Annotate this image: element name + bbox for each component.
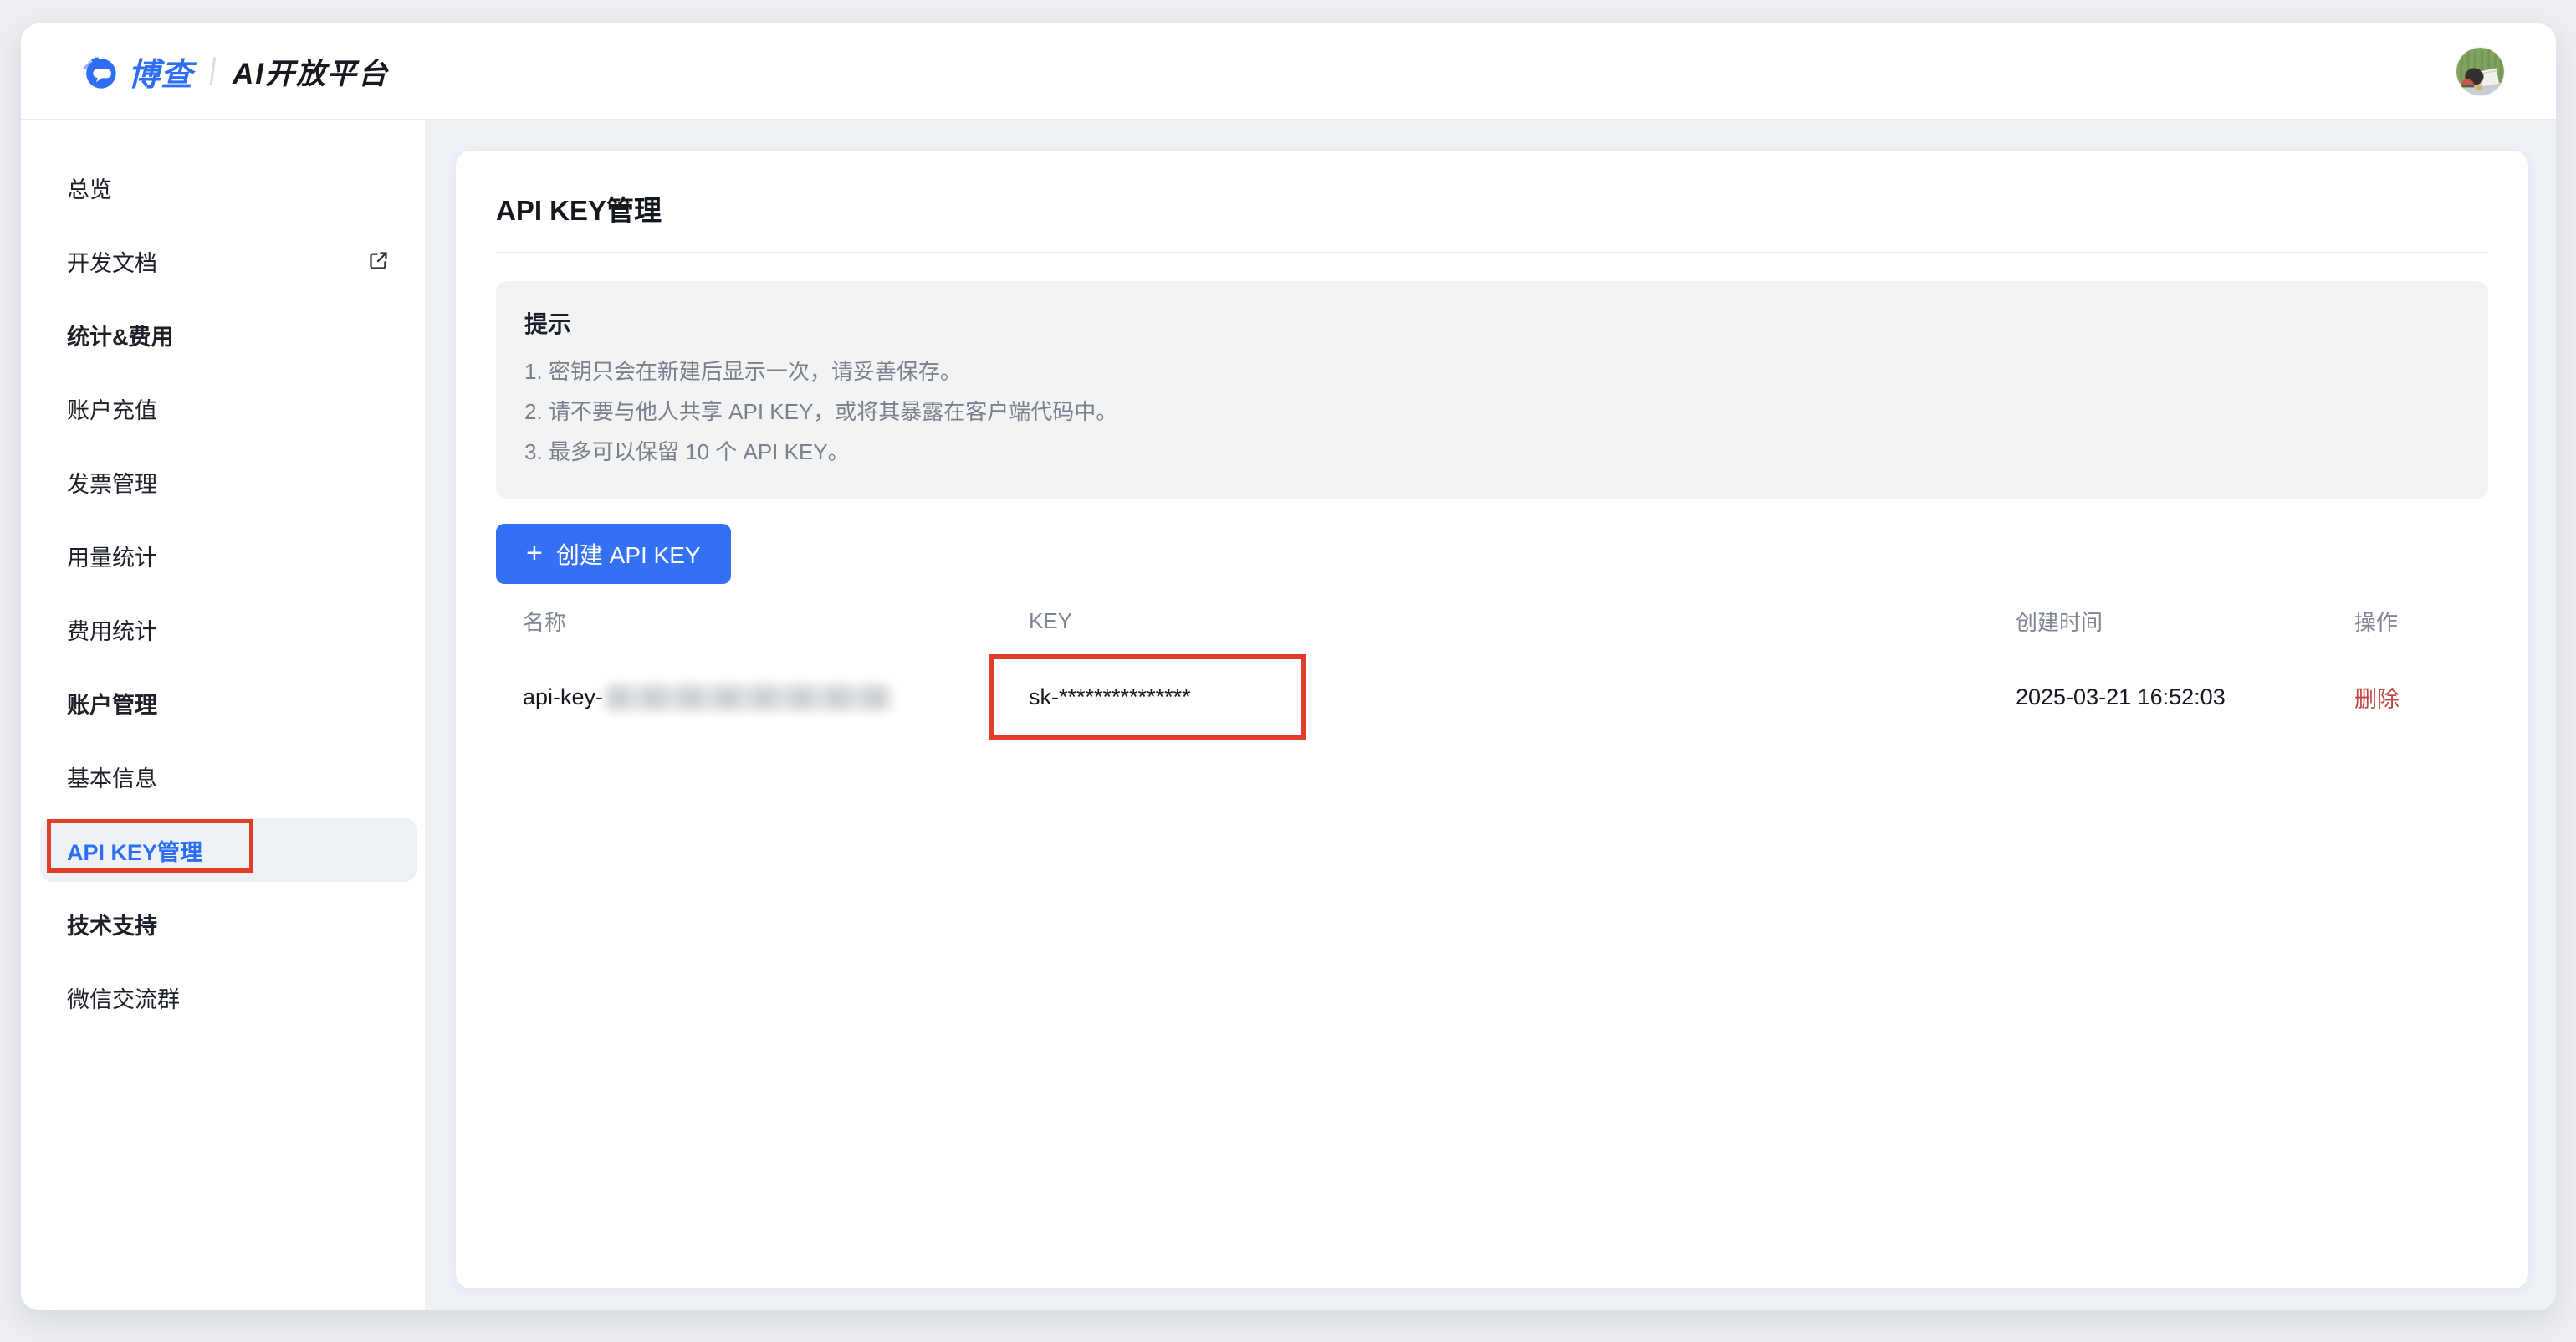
sidebar-item-dev-docs[interactable]: 开发文档 bbox=[21, 224, 425, 298]
column-header-actions: 操作 bbox=[2328, 601, 2488, 641]
tip-item-3: 3. 最多可以保留 10 个 API KEY。 bbox=[524, 432, 2460, 472]
sidebar-section-label: 账户管理 bbox=[67, 687, 157, 720]
sidebar-item-label: 费用统计 bbox=[67, 613, 157, 646]
sidebar-item-label: 基本信息 bbox=[67, 761, 157, 793]
redacted-name-blur bbox=[606, 685, 891, 710]
create-api-key-button[interactable]: + 创建 API KEY bbox=[496, 524, 731, 584]
sidebar-item-label: 用量统计 bbox=[67, 540, 157, 572]
sidebar-item-cost-stats[interactable]: 费用统计 bbox=[21, 592, 425, 666]
api-key-name-prefix: api-key- bbox=[523, 684, 603, 710]
sidebar-item-overview[interactable]: 总览 bbox=[21, 151, 425, 224]
name-cell: api-key- bbox=[496, 653, 1002, 741]
sidebar-item-label: 开发文档 bbox=[67, 245, 157, 278]
sidebar-section-label: 统计&费用 bbox=[67, 319, 174, 351]
platform-title: AI开放平台 bbox=[233, 50, 389, 93]
sidebar: 总览 开发文档 统计&费用 账户充值 发票管理 用量统计 bbox=[21, 120, 425, 1310]
sidebar-item-label: API KEY管理 bbox=[67, 834, 202, 867]
column-header-key: KEY bbox=[1002, 601, 1989, 641]
sidebar-item-label: 微信交流群 bbox=[67, 981, 180, 1014]
column-header-name: 名称 bbox=[496, 601, 1002, 641]
sidebar-section-label: 技术支持 bbox=[67, 908, 157, 940]
created-at-cell: 2025-03-21 16:52:03 bbox=[1989, 653, 2328, 741]
brand-divider bbox=[210, 57, 217, 85]
create-api-key-label: 创建 API KEY bbox=[556, 537, 701, 571]
user-avatar[interactable] bbox=[2456, 48, 2504, 95]
sidebar-item-usage-stats[interactable]: 用量统计 bbox=[21, 519, 425, 592]
sidebar-item-basic-info[interactable]: 基本信息 bbox=[21, 740, 425, 813]
delete-link[interactable]: 删除 bbox=[2354, 681, 2400, 714]
sidebar-section-account-management: 账户管理 bbox=[21, 666, 425, 740]
sidebar-item-label: 发票管理 bbox=[67, 466, 157, 499]
api-key-table-row: api-key- sk-*************** 2025-03-21 1… bbox=[496, 653, 2488, 741]
masked-key-value: sk-*************** bbox=[1029, 684, 1191, 710]
tip-item-1: 1. 密钥只会在新建后显示一次，请妥善保存。 bbox=[524, 351, 2460, 392]
column-header-created-at: 创建时间 bbox=[1989, 601, 2328, 641]
app-window: 博查 AI开放平台 bbox=[21, 23, 2556, 1310]
brand-name: 博查 bbox=[128, 49, 193, 95]
tips-title: 提示 bbox=[524, 306, 2460, 340]
tips-box: 提示 1. 密钥只会在新建后显示一次，请妥善保存。 2. 请不要与他人共享 AP… bbox=[496, 281, 2488, 499]
sidebar-item-label: 账户充值 bbox=[67, 392, 157, 425]
sidebar-item-label: 总览 bbox=[67, 172, 112, 204]
sidebar-item-account-recharge[interactable]: 账户充值 bbox=[21, 371, 425, 445]
tip-item-2: 2. 请不要与他人共享 API KEY，或将其暴露在客户端代码中。 bbox=[524, 392, 2460, 432]
brand: 博查 AI开放平台 bbox=[79, 49, 389, 95]
api-key-panel: API KEY管理 提示 1. 密钥只会在新建后显示一次，请妥善保存。 2. 请… bbox=[456, 151, 2528, 1288]
bocha-logo-icon bbox=[79, 52, 118, 90]
sidebar-section-stats-fees: 统计&费用 bbox=[21, 298, 425, 371]
top-header: 博查 AI开放平台 bbox=[21, 23, 2556, 120]
page-title: API KEY管理 bbox=[496, 188, 2488, 228]
sidebar-section-tech-support: 技术支持 bbox=[21, 887, 425, 960]
sidebar-item-invoice-management[interactable]: 发票管理 bbox=[21, 445, 425, 519]
sidebar-item-api-key-management[interactable]: API KEY管理 bbox=[40, 818, 417, 882]
key-cell: sk-*************** bbox=[1002, 653, 1989, 741]
plus-icon: + bbox=[526, 539, 543, 567]
title-divider bbox=[496, 252, 2488, 253]
sidebar-item-wechat-group[interactable]: 微信交流群 bbox=[21, 960, 425, 1034]
table-header-row: 名称 KEY 创建时间 操作 bbox=[496, 601, 2488, 641]
content-background: API KEY管理 提示 1. 密钥只会在新建后显示一次，请妥善保存。 2. 请… bbox=[425, 120, 2556, 1310]
actions-cell: 删除 bbox=[2328, 653, 2488, 741]
external-link-icon bbox=[367, 249, 390, 272]
